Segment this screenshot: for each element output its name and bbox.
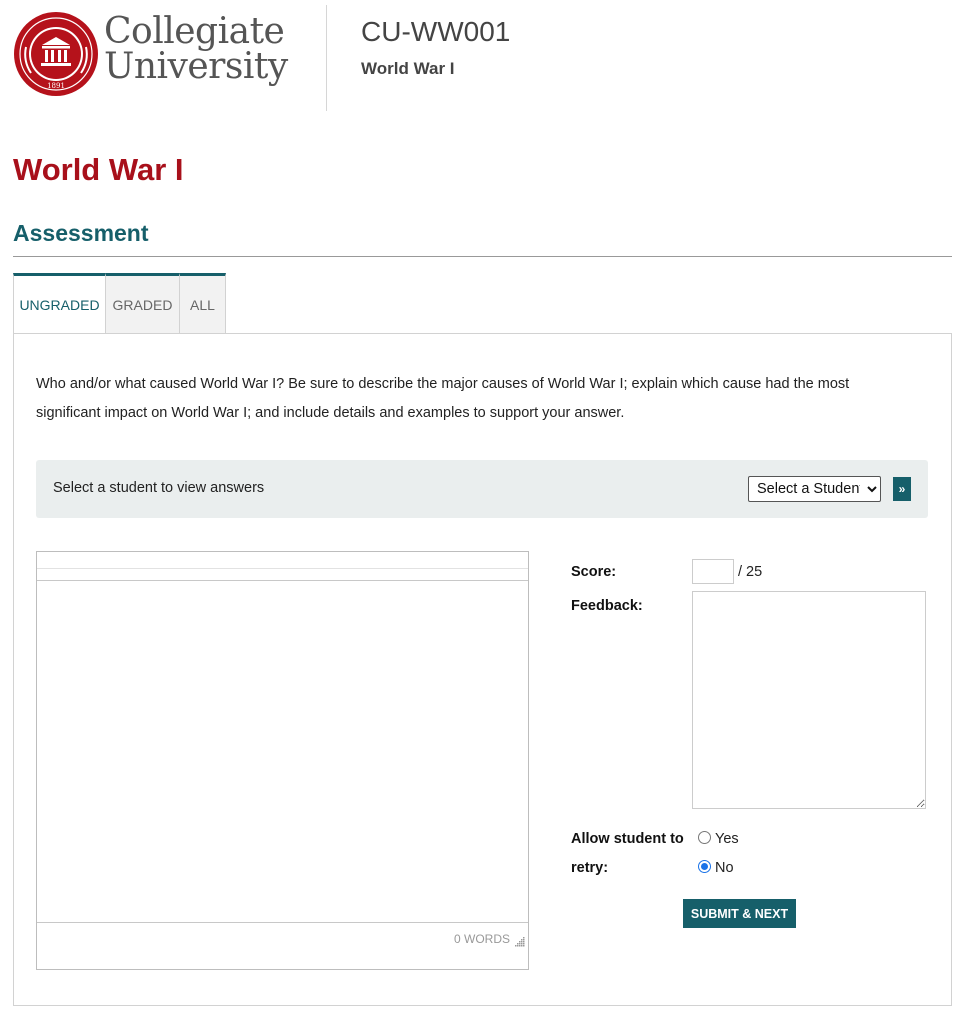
university-seal-logo[interactable]: 1891 [13, 11, 99, 97]
student-selector-label: Select a student to view answers [53, 480, 265, 496]
retry-no-radio[interactable] [698, 860, 711, 873]
tab-graded[interactable]: GRADED [106, 273, 180, 334]
assessment-tabs: UNGRADED GRADED ALL [13, 273, 226, 334]
editor-status-bar: 0 WORDS [37, 922, 528, 969]
seal-year: 1891 [47, 82, 65, 90]
editor-toolbar-secondary [37, 568, 528, 581]
retry-label: Allow student to [571, 831, 684, 847]
resize-handle-icon[interactable] [515, 937, 525, 947]
word-count: 0 WORDS [453, 932, 510, 946]
section-divider [13, 256, 952, 257]
header-divider [326, 5, 327, 111]
university-wordmark: Collegiate University [104, 11, 288, 87]
wordmark-line2: University [104, 46, 288, 87]
retry-yes-radio[interactable] [698, 831, 711, 844]
course-name: World War I [361, 59, 455, 78]
site-header: 1891 Collegiate University CU-WW001 Worl… [0, 0, 964, 112]
score-input[interactable] [692, 559, 734, 584]
go-button[interactable]: » [893, 477, 911, 501]
feedback-label: Feedback: [571, 598, 643, 614]
page-title: World War I [13, 152, 184, 187]
retry-label-continued: retry: [571, 860, 609, 876]
tab-all[interactable]: ALL [180, 273, 226, 334]
course-code: CU-WW001 [361, 16, 511, 47]
feedback-textarea[interactable] [692, 591, 926, 809]
score-label: Score: [571, 564, 617, 580]
section-title: Assessment [13, 220, 149, 246]
student-selector-bar: Select a student to view answers Select … [36, 460, 928, 518]
retry-yes-label[interactable]: Yes [715, 831, 739, 847]
student-select[interactable]: Select a Student [748, 476, 881, 502]
wordmark-line1: Collegiate [104, 11, 285, 52]
score-max: / 25 [738, 564, 763, 580]
tab-ungraded[interactable]: UNGRADED [13, 273, 106, 334]
answer-editor: 0 WORDS [36, 551, 529, 970]
question-prompt: Who and/or what caused World War I? Be s… [36, 376, 850, 421]
editor-toolbar [37, 552, 528, 569]
retry-no-label[interactable]: No [715, 860, 734, 876]
answer-text-area[interactable] [37, 581, 528, 924]
submit-next-button[interactable]: SUBMIT & NEXT [683, 899, 796, 928]
